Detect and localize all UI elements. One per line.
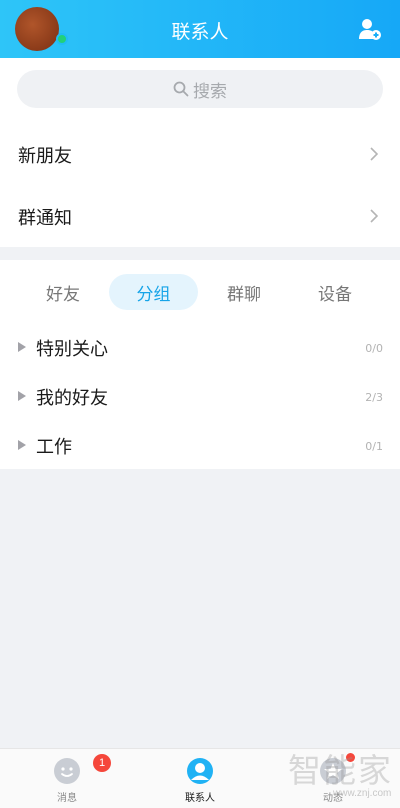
- search-input[interactable]: 搜索: [17, 70, 383, 108]
- expand-arrow-icon: [18, 440, 26, 450]
- tabbar-messages[interactable]: 1 消息: [17, 749, 117, 808]
- search-placeholder: 搜索: [193, 81, 227, 102]
- expand-arrow-icon: [18, 342, 26, 352]
- add-contact-icon[interactable]: [358, 17, 382, 41]
- expand-arrow-icon: [18, 391, 26, 401]
- watermark-url: www.znj.com: [333, 788, 392, 799]
- group-item[interactable]: 我的好友 2/3: [0, 377, 400, 417]
- unread-badge: 1: [93, 754, 111, 772]
- group-name: 我的好友: [36, 388, 108, 409]
- tab-friends[interactable]: 好友: [28, 274, 98, 310]
- tab-groups[interactable]: 分组: [109, 274, 198, 310]
- group-notices-label: 群通知: [18, 208, 72, 229]
- new-friends-row[interactable]: 新朋友: [0, 125, 400, 185]
- group-count: 2/3: [365, 391, 383, 404]
- new-friends-label: 新朋友: [18, 146, 72, 167]
- page-title: 联系人: [171, 21, 229, 43]
- tabbar-label: 联系人: [185, 793, 215, 804]
- message-icon: [54, 758, 80, 784]
- group-item[interactable]: 工作 0/1: [0, 426, 400, 466]
- contacts-panel: 好友 分组 群聊 设备 特别关心 0/0 我的好友 2/3 工作 0/1: [0, 260, 400, 469]
- group-count: 0/1: [365, 440, 383, 453]
- tabbar-contacts[interactable]: 联系人: [150, 749, 250, 808]
- watermark: 智能家: [288, 751, 393, 790]
- top-panel: 搜索 新朋友 群通知: [0, 58, 400, 247]
- tab-devices[interactable]: 设备: [300, 274, 370, 310]
- chevron-right-icon: [370, 147, 378, 161]
- group-notices-row[interactable]: 群通知: [0, 187, 400, 247]
- contacts-icon: [187, 758, 213, 784]
- tabbar-label: 消息: [57, 793, 77, 804]
- group-name: 特别关心: [36, 339, 108, 360]
- chevron-right-icon: [370, 209, 378, 223]
- group-name: 工作: [36, 437, 72, 458]
- search-icon: [173, 81, 189, 97]
- tab-group-chats[interactable]: 群聊: [209, 274, 279, 310]
- header-bar: 联系人: [0, 0, 400, 58]
- group-item[interactable]: 特别关心 0/0: [0, 328, 400, 368]
- group-count: 0/0: [365, 342, 383, 355]
